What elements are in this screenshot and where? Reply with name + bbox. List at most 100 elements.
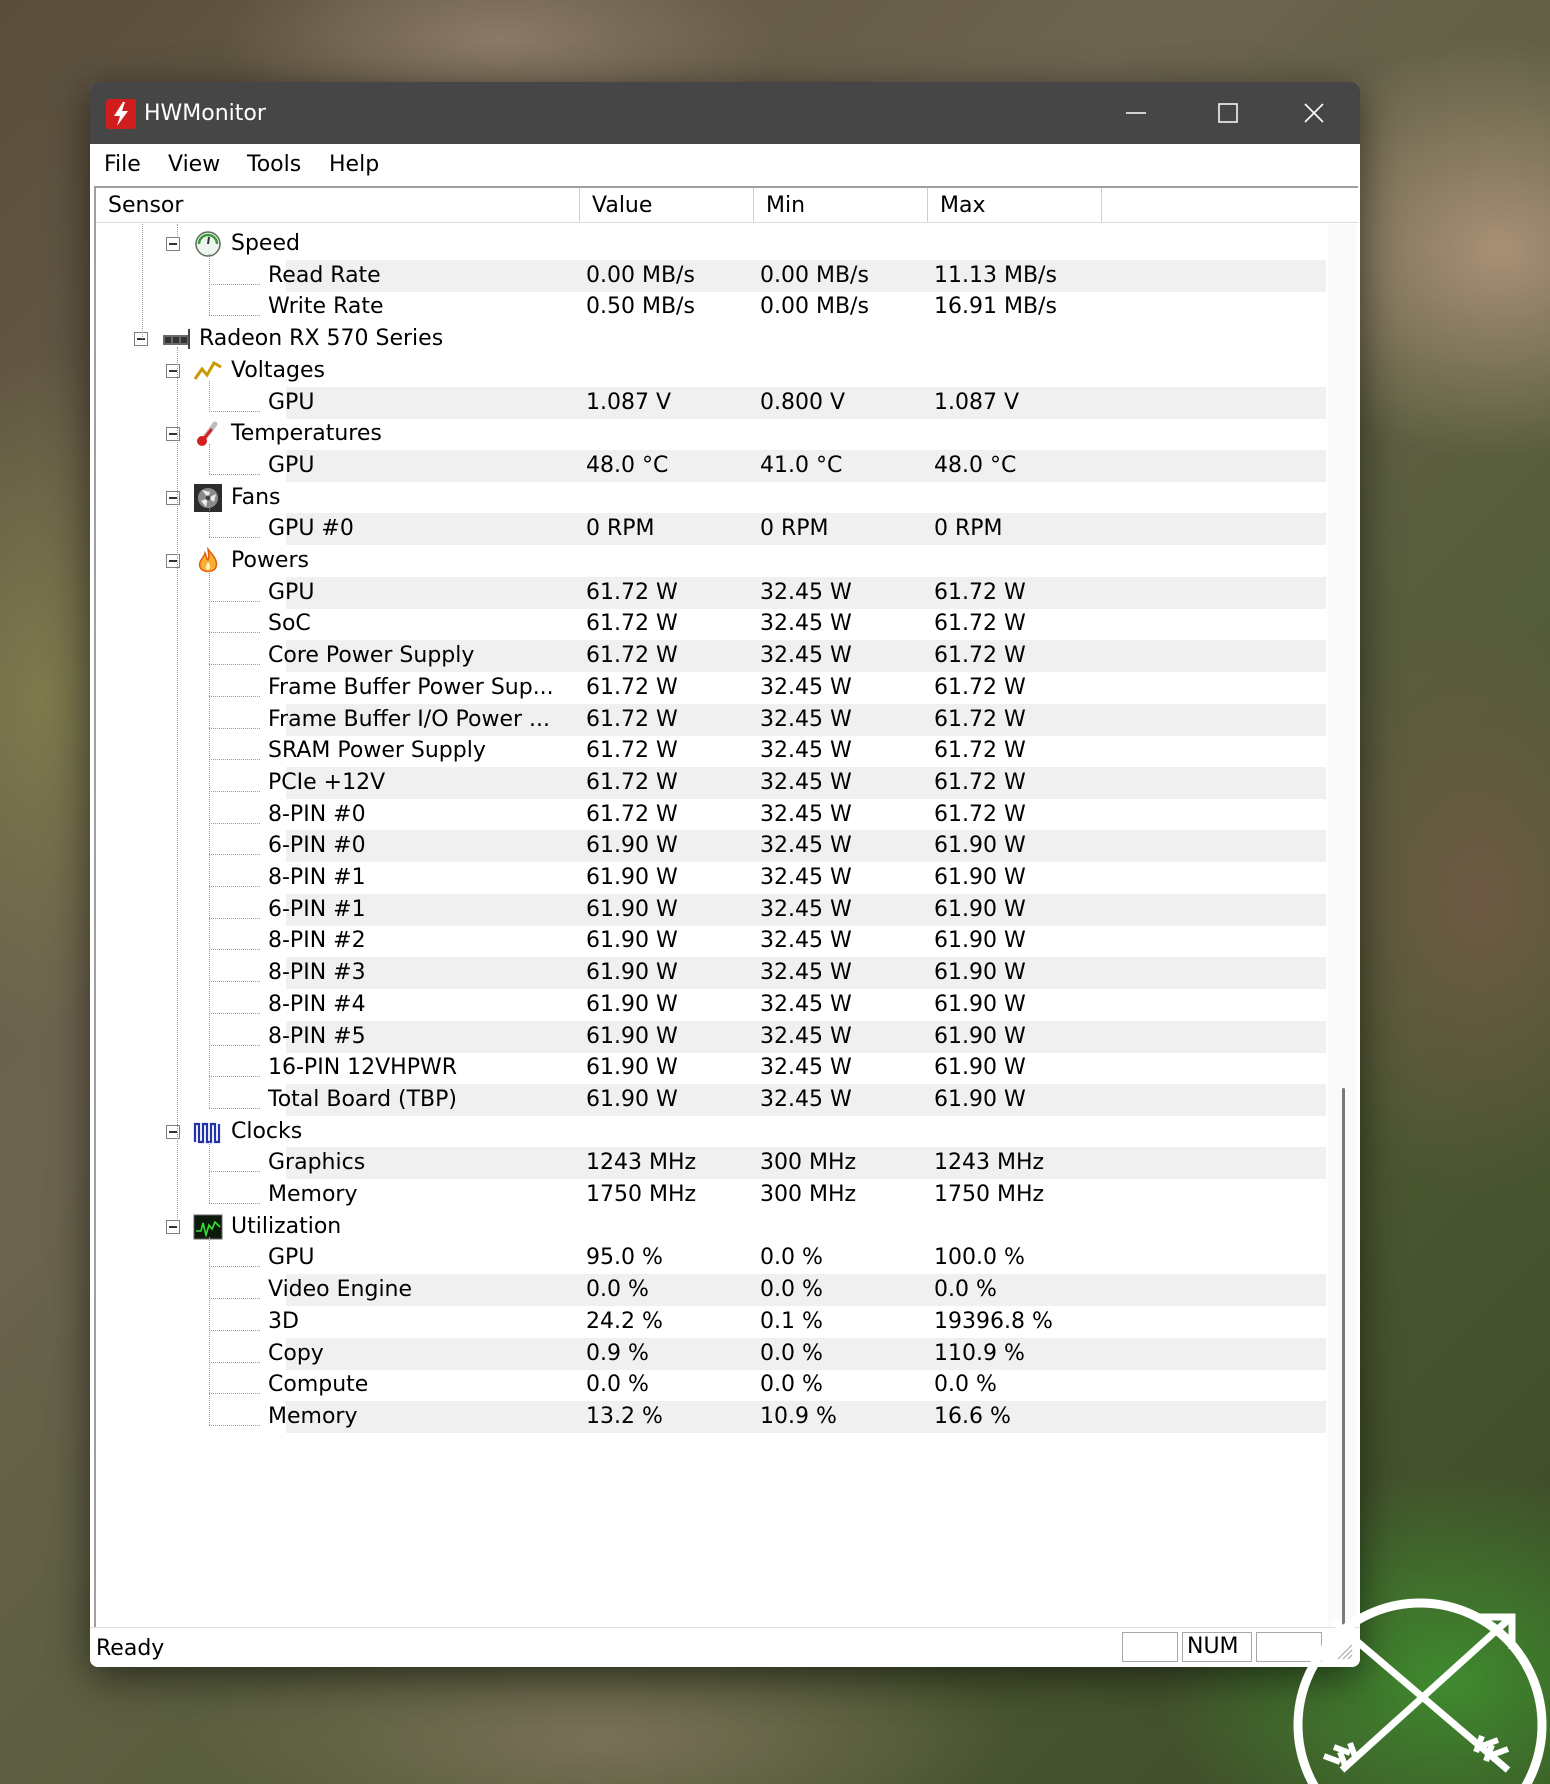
sensor-max: 61.90 W xyxy=(934,1086,1026,1112)
sensor-row-8-pin-0[interactable]: 8-PIN #0 61.72 W 32.45 W 61.72 W xyxy=(96,797,1326,833)
column-value[interactable]: Value xyxy=(580,188,754,222)
sensor-value: 61.72 W xyxy=(586,674,678,700)
sensor-value: 13.2 % xyxy=(586,1403,663,1429)
tree-branch-line xyxy=(177,224,178,236)
sensor-row-8-pin-4[interactable]: 8-PIN #4 61.90 W 32.45 W 61.90 W xyxy=(96,987,1326,1023)
menu-tools[interactable]: Tools xyxy=(247,151,301,179)
sensor-tree-view[interactable]: Sensor Value Min Max Speed Read Rate 0.00 … xyxy=(94,186,1358,1628)
sensor-row-write-rate[interactable]: Write Rate 0.50 MB/s 0.00 MB/s 16.91 MB/s xyxy=(96,289,1326,325)
group-node-fans[interactable]: Fans xyxy=(96,480,1326,516)
sensor-value: 61.90 W xyxy=(586,960,678,986)
sensor-row-frame-buffer-i-o-power[interactable]: Frame Buffer I/O Power ... 61.72 W 32.45 W… xyxy=(96,702,1326,738)
group-node-utilization[interactable]: Utilization xyxy=(96,1209,1326,1245)
sensor-row-total-board-tbp[interactable]: Total Board (TBP) 61.90 W 32.45 W 61.90 W xyxy=(96,1082,1326,1118)
sensor-max: 61.72 W xyxy=(934,674,1026,700)
sensor-min: 32.45 W xyxy=(760,674,852,700)
sensor-value: 61.90 W xyxy=(586,833,678,859)
collapse-toggle-icon[interactable] xyxy=(166,1219,180,1234)
sensor-min: 0.0 % xyxy=(760,1372,823,1398)
minimize-button[interactable] xyxy=(1090,82,1182,144)
group-node-speed[interactable]: Speed xyxy=(96,226,1326,262)
sensor-min: 300 MHz xyxy=(760,1182,857,1207)
sensor-min: 32.45 W xyxy=(760,769,852,795)
sensor-row-core-power-supply[interactable]: Core Power Supply 61.72 W 32.45 W 61.72 W xyxy=(96,638,1326,674)
sensor-value: 61.90 W xyxy=(586,896,678,922)
device-node-radeon-rx-570-series[interactable]: Radeon RX 570 Series xyxy=(96,321,1326,357)
hwmonitor-window: HWMonitor File View Tools Help Sensor Va… xyxy=(90,82,1360,1667)
sensor-value: 0.0 % xyxy=(586,1372,649,1398)
collapse-toggle-icon[interactable] xyxy=(166,237,180,251)
sensor-max: 110.9 % xyxy=(934,1340,1025,1366)
column-min[interactable]: Min xyxy=(754,188,928,222)
tree-connector xyxy=(209,632,260,634)
sensor-row-memory[interactable]: Memory 13.2 % 10.9 % 16.6 % xyxy=(96,1399,1326,1435)
sensor-row-video-engine[interactable]: Video Engine 0.0 % 0.0 % 0.0 % xyxy=(96,1272,1326,1308)
sensor-row-memory[interactable]: Memory 1750 MHz 300 MHz 1750 MHz xyxy=(96,1177,1326,1213)
scrollbar-thumb[interactable] xyxy=(1342,1088,1345,1628)
status-panel-empty xyxy=(1122,1632,1178,1662)
sensor-row-frame-buffer-power-sup[interactable]: Frame Buffer Power Sup... 61.72 W 32.45 W 6… xyxy=(96,670,1326,706)
sensor-row-compute[interactable]: Compute 0.0 % 0.0 % 0.0 % xyxy=(96,1367,1326,1403)
sensor-row-6-pin-1[interactable]: 6-PIN #1 61.90 W 32.45 W 61.90 W xyxy=(96,892,1326,928)
group-node-powers[interactable]: Powers xyxy=(96,543,1326,579)
sensor-max: 61.90 W xyxy=(934,896,1026,922)
column-sensor[interactable]: Sensor xyxy=(96,188,580,222)
maximize-icon xyxy=(1218,103,1238,123)
sensor-max: 61.90 W xyxy=(934,928,1026,954)
tree-connector xyxy=(209,1107,260,1109)
menu-view[interactable]: View xyxy=(168,151,220,179)
sensor-max: 11.13 MB/s xyxy=(934,262,1057,288)
sensor-row-pcie-12v[interactable]: PCIe +12V 61.72 W 32.45 W 61.72 W xyxy=(96,765,1326,801)
maximize-button[interactable] xyxy=(1182,82,1274,144)
group-node-clocks[interactable]: Clocks xyxy=(96,1114,1326,1150)
sensor-row-read-rate[interactable]: Read Rate 0.00 MB/s 0.00 MB/s 11.13 MB/s xyxy=(96,258,1326,294)
sensor-row-8-pin-3[interactable]: 8-PIN #3 61.90 W 32.45 W 61.90 W xyxy=(96,955,1326,991)
sensor-max: 0.0 % xyxy=(934,1372,997,1398)
sensor-min: 0.0 % xyxy=(760,1340,823,1366)
title-bar[interactable]: HWMonitor xyxy=(90,82,1360,144)
sensor-row-8-pin-1[interactable]: 8-PIN #1 61.90 W 32.45 W 61.90 W xyxy=(96,860,1326,896)
tree-branch-line xyxy=(209,444,210,474)
sensor-row-8-pin-5[interactable]: 8-PIN #5 61.90 W 32.45 W 61.90 W xyxy=(96,1019,1326,1055)
sensor-row-3d[interactable]: 3D 24.2 % 0.1 % 19396.8 % xyxy=(96,1304,1326,1340)
sensor-row-graphics[interactable]: Graphics 1243 MHz 300 MHz 1243 MHz xyxy=(96,1145,1326,1181)
tree-connector xyxy=(209,283,260,285)
sensor-min: 10.9 % xyxy=(760,1403,837,1429)
close-button[interactable] xyxy=(1268,82,1360,144)
flame-icon xyxy=(193,546,223,575)
tree-connector xyxy=(209,949,260,951)
sensor-value: 61.72 W xyxy=(586,801,678,827)
collapse-toggle-icon[interactable] xyxy=(134,332,148,347)
sensor-row-soc[interactable]: SoC 61.72 W 32.45 W 61.72 W xyxy=(96,606,1326,642)
menu-help[interactable]: Help xyxy=(329,151,379,179)
sensor-min: 41.0 °C xyxy=(760,452,843,478)
sensor-max: 0.0 % xyxy=(934,1277,997,1303)
sensor-max: 100.0 % xyxy=(934,1245,1025,1271)
tree-connector xyxy=(209,790,260,792)
sensor-min: 32.45 W xyxy=(760,1023,852,1049)
sensor-min: 32.45 W xyxy=(760,738,852,764)
sensor-row-sram-power-supply[interactable]: SRAM Power Supply 61.72 W 32.45 W 61.72 W xyxy=(96,733,1326,769)
sensor-min: 0 RPM xyxy=(760,516,829,542)
sensor-label: Memory xyxy=(268,1182,358,1207)
sensor-max: 1243 MHz xyxy=(934,1150,1045,1176)
sensor-row-gpu[interactable]: GPU 1.087 V 0.800 V 1.087 V xyxy=(96,385,1326,421)
sensor-row-gpu-0[interactable]: GPU #0 0 RPM 0 RPM 0 RPM xyxy=(96,511,1326,547)
column-max[interactable]: Max xyxy=(928,188,1102,222)
sensor-row-6-pin-0[interactable]: 6-PIN #0 61.90 W 32.45 W 61.90 W xyxy=(96,828,1326,864)
tree-branch-line xyxy=(209,380,210,411)
tree-connector xyxy=(209,822,260,824)
clock-signal-icon xyxy=(193,1118,223,1146)
sensor-row-gpu[interactable]: GPU 61.72 W 32.45 W 61.72 W xyxy=(96,575,1326,611)
sensor-row-gpu[interactable]: GPU 95.0 % 0.0 % 100.0 % xyxy=(96,1240,1326,1276)
menu-file[interactable]: File xyxy=(104,151,141,179)
sensor-row-16-pin-12vhpwr[interactable]: 16-PIN 12VHPWR 61.90 W 32.45 W 61.90 W xyxy=(96,1050,1326,1086)
group-node-temperatures[interactable]: Temperatures xyxy=(96,416,1326,452)
sensor-row-gpu[interactable]: GPU 48.0 °C 41.0 °C 48.0 °C xyxy=(96,448,1326,484)
group-node-voltages[interactable]: Voltages xyxy=(96,353,1326,389)
sensor-value: 61.90 W xyxy=(586,1023,678,1049)
sensor-min: 32.45 W xyxy=(760,706,852,732)
sensor-row-copy[interactable]: Copy 0.9 % 0.0 % 110.9 % xyxy=(96,1336,1326,1372)
sensor-label: Copy xyxy=(268,1340,324,1366)
sensor-row-8-pin-2[interactable]: 8-PIN #2 61.90 W 32.45 W 61.90 W xyxy=(96,923,1326,959)
